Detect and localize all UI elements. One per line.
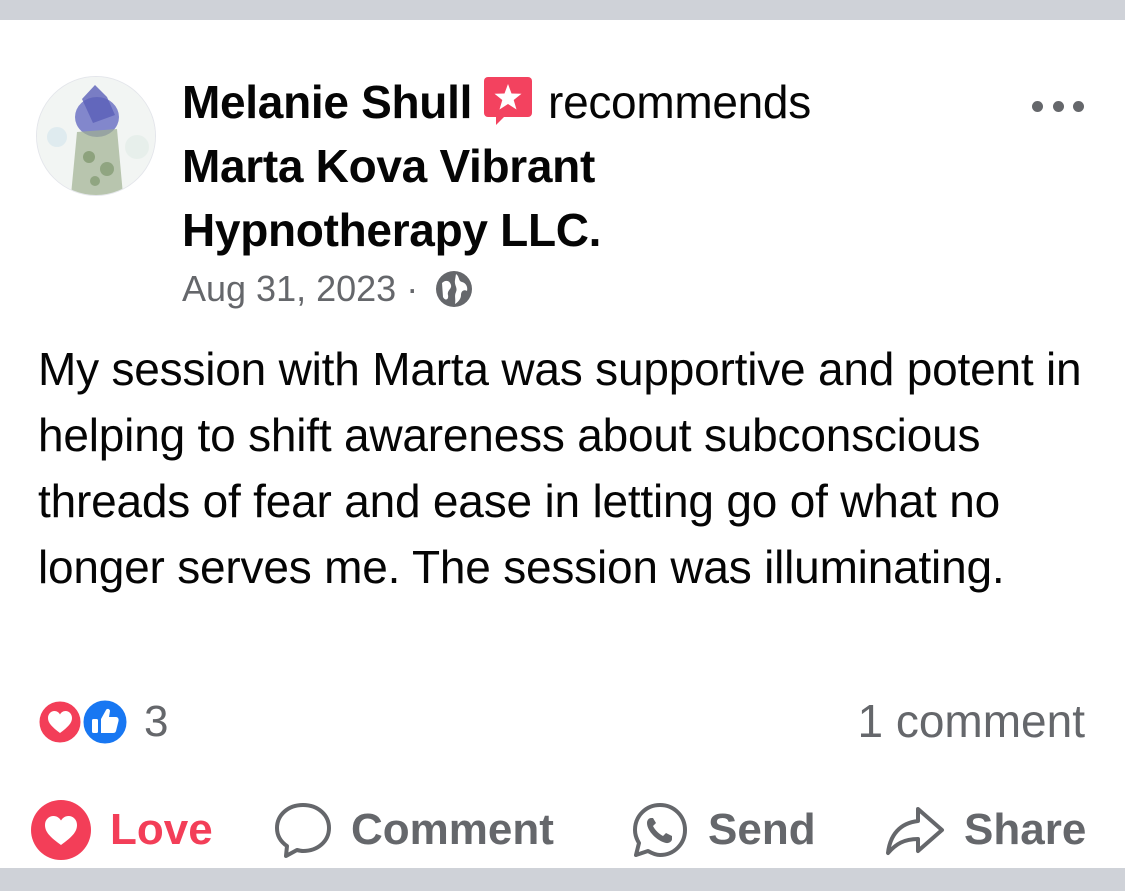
recommend-icon <box>484 77 533 125</box>
send-label: Send <box>708 805 816 854</box>
more-dot-icon <box>1073 100 1084 112</box>
heart-love-icon <box>36 698 84 746</box>
messenger-whatsapp-icon <box>633 803 687 857</box>
post-meta: Aug 31, 2023 · <box>182 266 474 312</box>
author-name[interactable]: Melanie Shull <box>182 76 472 128</box>
share-button[interactable]: Share <box>884 790 1086 870</box>
post-text: My session with Marta was supportive and… <box>38 343 1082 593</box>
recommendation-card: Melanie Shull recommends Marta Kova Vibr… <box>0 20 1125 868</box>
globe-icon <box>436 271 473 307</box>
reaction-summary[interactable]: 3 <box>36 696 168 748</box>
meta-separator: · <box>406 268 419 309</box>
send-button[interactable]: Send <box>630 790 816 870</box>
reaction-icons <box>36 697 132 747</box>
recommends-verb: recommends <box>548 76 811 128</box>
share-label: Share <box>964 805 1087 854</box>
love-label: Love <box>110 805 213 854</box>
more-options-button[interactable] <box>1032 92 1084 120</box>
header-line-1: Melanie Shull recommends <box>182 72 811 132</box>
more-dot-icon <box>1032 100 1043 112</box>
comment-label: Comment <box>351 805 554 854</box>
action-bar: Love Comment Send Share <box>0 790 1125 870</box>
love-button[interactable]: Love <box>30 790 213 870</box>
comment-bubble-icon <box>275 803 331 858</box>
reaction-count: 3 <box>144 697 169 746</box>
comments-count-link[interactable]: 1 comment <box>857 694 1085 748</box>
more-dot-icon <box>1052 100 1064 112</box>
author-avatar[interactable] <box>36 76 156 196</box>
comment-button[interactable]: Comment <box>273 790 554 870</box>
recommended-page-name-cont[interactable]: Hypnotherapy LLC. <box>182 200 601 260</box>
avatar-photo <box>37 77 155 195</box>
share-arrow-icon <box>886 807 944 855</box>
recommended-page-name[interactable]: Marta Kova Vibrant <box>182 136 595 196</box>
post-date[interactable]: Aug 31, 2023 <box>182 268 396 309</box>
heart-love-icon <box>31 800 91 860</box>
thumbs-up-like-icon <box>80 697 130 747</box>
